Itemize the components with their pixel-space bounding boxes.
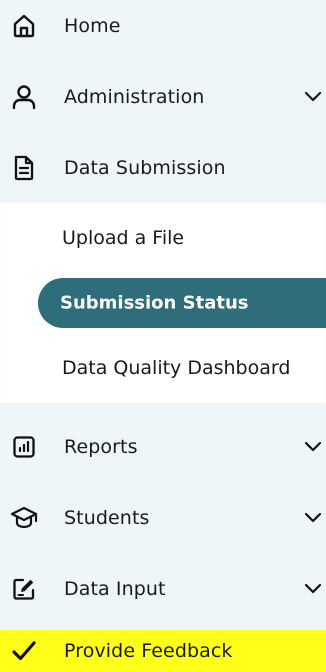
data-submission-submenu: Upload a File Submission Status Data Qua… [0, 200, 326, 403]
nav-item-administration-label: Administration [64, 86, 205, 108]
nav-item-data-submission[interactable]: Data Submission [0, 142, 326, 194]
submenu-item-data-quality-dashboard[interactable]: Data Quality Dashboard [0, 344, 326, 392]
submenu-item-upload-file[interactable]: Upload a File [0, 214, 326, 262]
edit-icon [10, 575, 38, 603]
nav-item-students[interactable]: Students [0, 492, 326, 544]
document-icon [10, 154, 38, 182]
sidebar-nav: Home Administration Data Submission Uplo… [0, 0, 326, 672]
nav-item-administration[interactable]: Administration [0, 71, 326, 123]
nav-item-students-label: Students [64, 507, 150, 529]
nav-item-data-input-label: Data Input [64, 578, 166, 600]
nav-item-data-submission-label: Data Submission [64, 157, 226, 179]
submenu-item-submission-status[interactable]: Submission Status [38, 278, 326, 328]
chevron-down-icon[interactable] [302, 86, 324, 108]
chevron-down-icon[interactable] [302, 578, 324, 600]
home-icon [10, 12, 38, 40]
user-icon [10, 83, 38, 111]
graduation-cap-icon [10, 504, 38, 532]
bar-chart-icon [10, 433, 38, 461]
chevron-down-icon[interactable] [302, 507, 324, 529]
submenu-item-data-quality-dashboard-label: Data Quality Dashboard [62, 357, 291, 379]
nav-item-reports-label: Reports [64, 436, 138, 458]
checkmark-icon [10, 637, 38, 665]
submenu-item-submission-status-label: Submission Status [60, 292, 249, 314]
nav-item-provide-feedback-label: Provide Feedback [64, 640, 233, 662]
submenu-item-upload-file-label: Upload a File [62, 227, 185, 249]
nav-item-home-label: Home [64, 15, 121, 37]
nav-item-provide-feedback[interactable]: Provide Feedback [0, 630, 326, 672]
nav-item-data-input[interactable]: Data Input [0, 563, 326, 615]
chevron-down-icon[interactable] [302, 436, 324, 458]
nav-item-reports[interactable]: Reports [0, 421, 326, 473]
nav-item-home[interactable]: Home [0, 0, 326, 52]
